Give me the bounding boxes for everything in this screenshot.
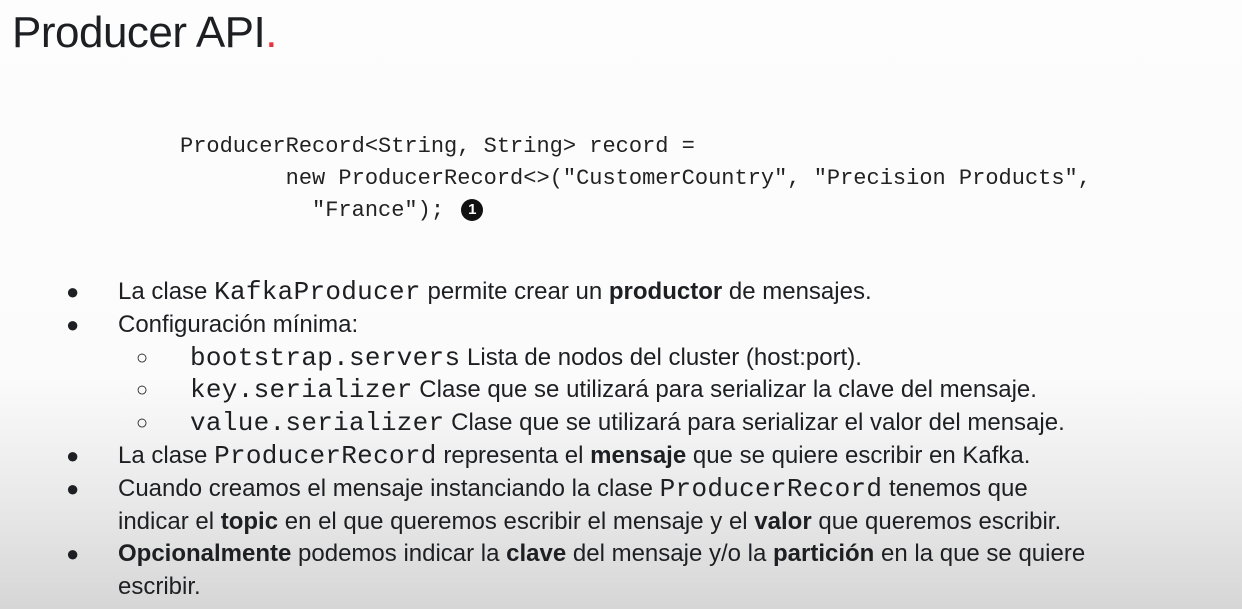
slide-title: Producer API. bbox=[12, 8, 277, 58]
list-item: ● La clase ProducerRecord representa el m… bbox=[0, 440, 1242, 473]
text: Lista de nodos del cluster (host:port). bbox=[460, 343, 862, 371]
text: de mensajes. bbox=[722, 278, 872, 305]
bold-term: partición bbox=[773, 540, 875, 568]
text: podemos indicar la bbox=[291, 540, 507, 568]
sub-bullet-icon: ○ bbox=[136, 412, 149, 435]
code-term: value.serializer bbox=[190, 408, 445, 439]
list-item-continuation: escribir. bbox=[0, 571, 1242, 604]
bold-term: clave bbox=[506, 540, 567, 568]
bullet-icon: ● bbox=[66, 311, 80, 337]
sub-list-item: ○ key.serializer Clase que se utilizará p… bbox=[0, 374, 1242, 407]
text: Configuración mínima: bbox=[118, 310, 359, 338]
title-text: Producer API bbox=[12, 8, 266, 57]
text: que se quiere escribir en Kafka. bbox=[686, 441, 1031, 469]
list-item: ● La clase KafkaProducer permite crear un… bbox=[0, 276, 1242, 309]
list-item: ● Configuración mínima: bbox=[0, 309, 1242, 342]
code-term: ProducerRecord bbox=[214, 440, 437, 471]
text: del mensaje y/o la bbox=[566, 540, 773, 568]
bold-term: valor bbox=[754, 507, 812, 535]
callout-badge: 1 bbox=[461, 199, 484, 221]
bullet-list: ● La clase KafkaProducer permite crear un… bbox=[0, 276, 1242, 604]
text: en la que se quiere bbox=[874, 540, 1086, 568]
text: La clase bbox=[118, 441, 215, 469]
code-term: key.serializer bbox=[190, 375, 413, 406]
list-item: ● Cuando creamos el mensaje instanciando … bbox=[0, 473, 1242, 506]
text: que queremos escribir. bbox=[811, 507, 1062, 535]
bold-term: Opcionalmente bbox=[118, 540, 292, 568]
bold-term: topic bbox=[220, 507, 279, 535]
text: representa el bbox=[436, 441, 591, 469]
code-term: bootstrap.servers bbox=[190, 342, 461, 373]
code-line: "France"); 1 bbox=[180, 195, 1091, 227]
text: Clase que se utilizará para serializar l… bbox=[412, 376, 1037, 404]
text: La clase bbox=[118, 278, 215, 305]
code-line: new ProducerRecord<>("CustomerCountry", … bbox=[180, 166, 1091, 191]
bullet-icon: ● bbox=[66, 279, 80, 304]
text: permite crear un bbox=[420, 278, 609, 305]
sub-list-item: ○ value.serializer Clase que se utilizará… bbox=[0, 407, 1242, 440]
code-text: "France"); bbox=[180, 198, 445, 223]
bold-term: mensaje bbox=[590, 441, 687, 469]
list-item: ● Opcionalmente podemos indicar la clave … bbox=[0, 538, 1242, 571]
sub-bullet-icon: ○ bbox=[136, 346, 149, 369]
text: tenemos que bbox=[882, 474, 1028, 502]
bold-term: productor bbox=[608, 278, 723, 305]
title-dot: . bbox=[265, 8, 277, 57]
bullet-icon: ● bbox=[66, 541, 80, 567]
text: Clase que se utilizará para serializar e… bbox=[444, 409, 1065, 437]
list-item-continuation: indicar el topic en el que queremos escr… bbox=[0, 506, 1242, 539]
text: en el que queremos escribir el mensaje y… bbox=[278, 507, 755, 535]
sub-list-item: ○ bootstrap.servers Lista de nodos del cl… bbox=[0, 342, 1242, 375]
text: escribir. bbox=[118, 573, 201, 601]
code-line: ProducerRecord<String, String> record = bbox=[180, 134, 695, 159]
code-block: ProducerRecord<String, String> record = … bbox=[180, 131, 1091, 227]
text: indicar el bbox=[118, 507, 221, 535]
sub-bullet-icon: ○ bbox=[136, 379, 149, 402]
code-term: KafkaProducer bbox=[214, 277, 421, 307]
code-term: ProducerRecord bbox=[659, 473, 883, 504]
bullet-icon: ● bbox=[66, 442, 80, 468]
text: Cuando creamos el mensaje instanciando l… bbox=[118, 474, 660, 502]
bullet-icon: ● bbox=[66, 475, 80, 501]
